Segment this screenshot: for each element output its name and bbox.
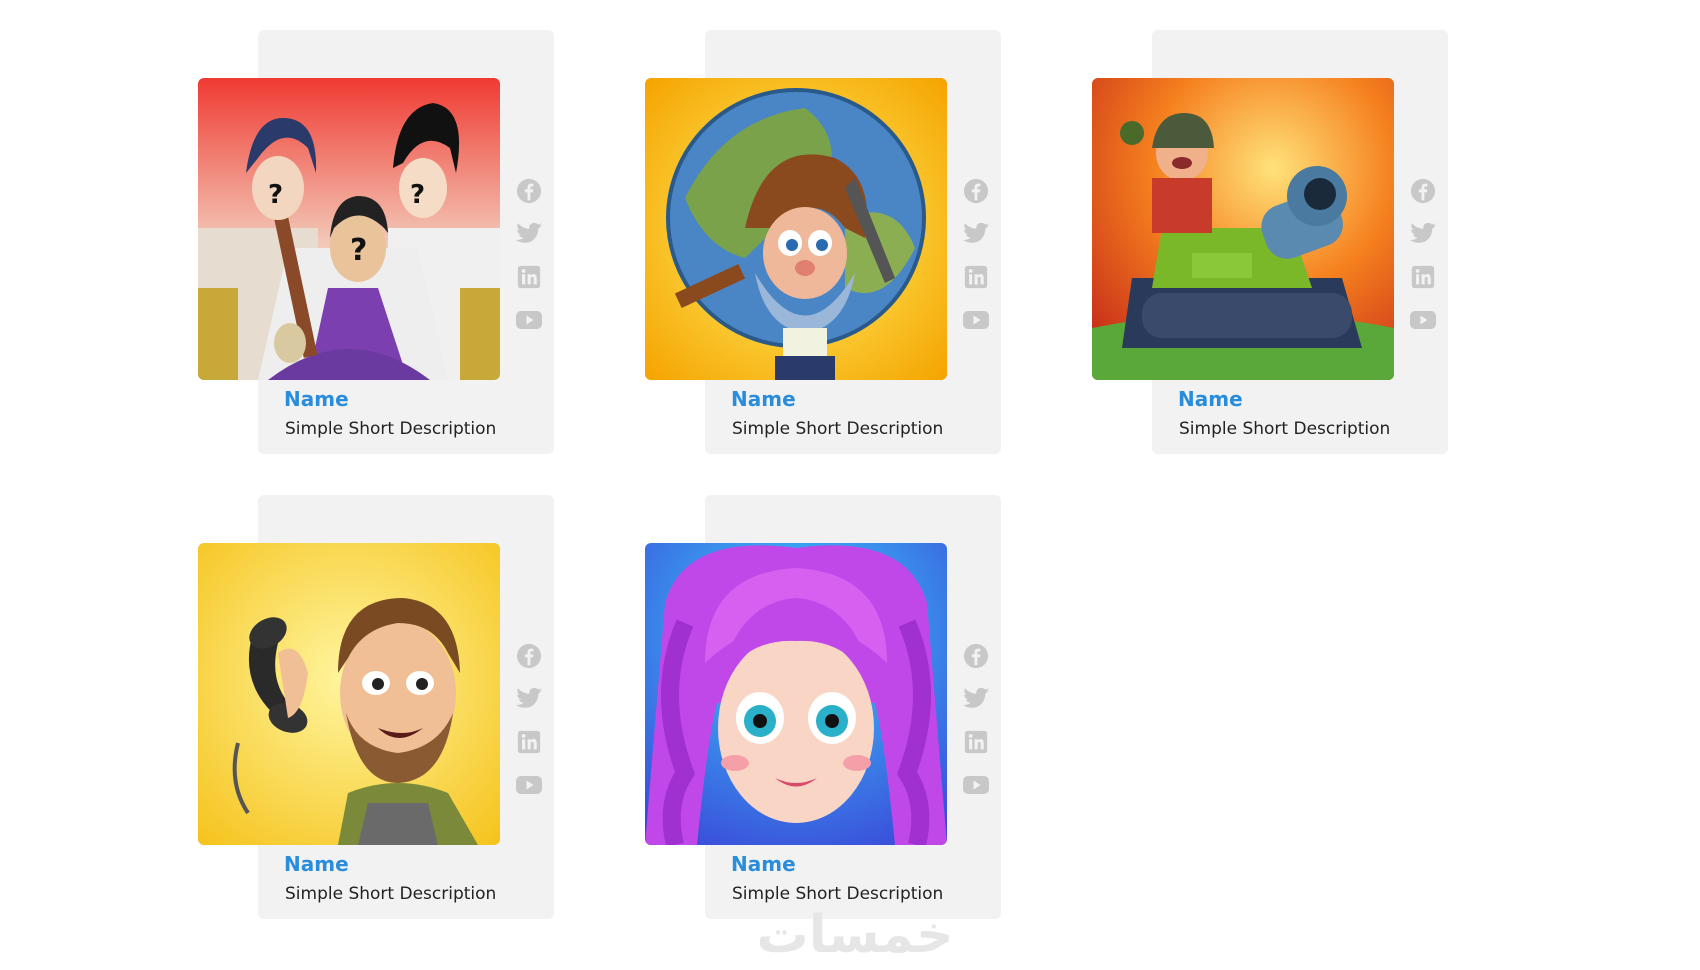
linkedin-icon[interactable] bbox=[515, 729, 543, 755]
card-name[interactable]: Name bbox=[1178, 387, 1243, 411]
card-5: Name Simple Short Description bbox=[645, 495, 1001, 959]
social-icons bbox=[962, 178, 992, 333]
card-3: Name Simple Short Description bbox=[1092, 30, 1448, 494]
man-with-phone-art bbox=[198, 543, 500, 845]
twitter-icon[interactable] bbox=[515, 221, 543, 247]
card-name[interactable]: Name bbox=[284, 387, 349, 411]
facebook-icon[interactable] bbox=[515, 643, 543, 669]
linkedin-icon[interactable] bbox=[515, 264, 543, 290]
card-description: Simple Short Description bbox=[732, 419, 944, 439]
facebook-icon[interactable] bbox=[1409, 178, 1437, 204]
youtube-icon[interactable] bbox=[962, 772, 990, 798]
social-icons bbox=[1409, 178, 1439, 333]
card-description: Simple Short Description bbox=[285, 884, 497, 904]
social-icons bbox=[515, 178, 545, 333]
svg-text:?: ? bbox=[410, 180, 425, 210]
facebook-icon[interactable] bbox=[962, 643, 990, 669]
watermark-logo: خمسات bbox=[756, 905, 954, 965]
tank-soldier-art bbox=[1092, 78, 1394, 380]
card-2: Name Simple Short Description bbox=[645, 30, 1001, 494]
card-image-anime-characters[interactable]: ? ? ? bbox=[198, 78, 500, 380]
card-description: Simple Short Description bbox=[1179, 419, 1391, 439]
linkedin-icon[interactable] bbox=[962, 729, 990, 755]
twitter-icon[interactable] bbox=[962, 221, 990, 247]
card-image-purple-hair-girl[interactable] bbox=[645, 543, 947, 845]
card-image-dwarf-miner[interactable] bbox=[645, 78, 947, 380]
card-image-tank-soldier[interactable] bbox=[1092, 78, 1394, 380]
facebook-icon[interactable] bbox=[962, 178, 990, 204]
youtube-icon[interactable] bbox=[962, 307, 990, 333]
youtube-icon[interactable] bbox=[1409, 307, 1437, 333]
twitter-icon[interactable] bbox=[1409, 221, 1437, 247]
youtube-icon[interactable] bbox=[515, 772, 543, 798]
card-description: Simple Short Description bbox=[285, 419, 497, 439]
anime-characters-art: ? ? ? bbox=[198, 78, 500, 380]
linkedin-icon[interactable] bbox=[962, 264, 990, 290]
social-icons bbox=[515, 643, 545, 798]
facebook-icon[interactable] bbox=[515, 178, 543, 204]
twitter-icon[interactable] bbox=[515, 686, 543, 712]
card-image-man-with-phone[interactable] bbox=[198, 543, 500, 845]
card-4: Name Simple Short Description bbox=[198, 495, 554, 959]
youtube-icon[interactable] bbox=[515, 307, 543, 333]
dwarf-miner-globe-art bbox=[645, 78, 947, 380]
card-name[interactable]: Name bbox=[731, 387, 796, 411]
linkedin-icon[interactable] bbox=[1409, 264, 1437, 290]
card-name[interactable]: Name bbox=[731, 852, 796, 876]
svg-text:?: ? bbox=[350, 233, 367, 268]
svg-text:?: ? bbox=[268, 180, 283, 210]
social-icons bbox=[962, 643, 992, 798]
twitter-icon[interactable] bbox=[962, 686, 990, 712]
card-name[interactable]: Name bbox=[284, 852, 349, 876]
card-1: ? ? ? Name Simple Short Description bbox=[198, 30, 554, 494]
purple-hair-girl-art bbox=[645, 543, 947, 845]
